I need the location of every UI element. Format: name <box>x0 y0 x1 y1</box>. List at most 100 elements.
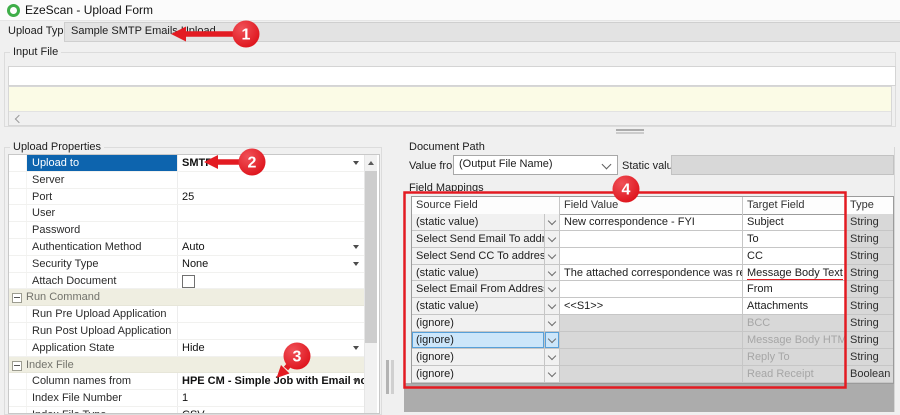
horizontal-scrollbar[interactable] <box>9 111 891 125</box>
property-value-run-post-upload-application[interactable] <box>178 323 364 339</box>
chevron-down-icon <box>602 160 612 170</box>
mapping-value-cell-row6[interactable]: <<S1>> <box>560 298 743 315</box>
column-header-field-value: Field Value <box>560 197 743 215</box>
property-value-attach-document[interactable] <box>178 273 364 289</box>
collapse-icon[interactable] <box>12 293 22 303</box>
mapping-value-cell-row5[interactable] <box>560 281 743 298</box>
property-name-port[interactable]: Port <box>27 189 178 205</box>
property-value-index-file-type[interactable]: CSV <box>178 407 364 413</box>
chevron-down-icon <box>548 318 556 326</box>
mapping-source-dropdown-row4[interactable] <box>545 265 560 282</box>
property-name-column-names-from[interactable]: Column names from <box>27 373 178 389</box>
mapping-value-cell-row9[interactable] <box>560 349 743 366</box>
mapping-source-dropdown-row6[interactable] <box>545 298 560 315</box>
property-value-port[interactable]: 25 <box>178 189 364 205</box>
mapping-target-cell-row5[interactable]: From <box>743 281 846 298</box>
scroll-up-icon[interactable] <box>368 161 374 165</box>
mapping-source-cell-row7[interactable]: (ignore) <box>412 315 545 332</box>
property-value-index-file-number[interactable]: 1 <box>178 390 364 406</box>
mapping-target-cell-row8[interactable]: Message Body HTML <box>743 332 846 349</box>
mapping-source-dropdown-row1[interactable] <box>545 214 560 231</box>
scrollbar-thumb[interactable] <box>365 171 377 343</box>
property-row-upload-to: Upload toSMTP <box>9 155 364 172</box>
dropdown-arrow-icon[interactable] <box>353 161 359 165</box>
mapping-type-cell-row3: String <box>846 248 893 265</box>
vertical-scrollbar[interactable] <box>364 155 377 413</box>
mapping-target-cell-row2[interactable]: To <box>743 231 846 248</box>
vertical-splitter-grip[interactable] <box>386 360 395 394</box>
property-name-index-file-number[interactable]: Index File Number <box>27 390 178 406</box>
mapping-source-dropdown-row3[interactable] <box>545 248 560 265</box>
property-name-run-post-upload-application[interactable]: Run Post Upload Application <box>27 323 178 339</box>
mapping-source-dropdown-row5[interactable] <box>545 281 560 298</box>
property-name-attach-document[interactable]: Attach Document <box>27 273 178 289</box>
mapping-type-cell-row9: String <box>846 349 893 366</box>
property-name-index-file-type[interactable]: Index File Type <box>27 407 178 413</box>
property-name-run-pre-upload-application[interactable]: Run Pre Upload Application <box>27 306 178 322</box>
mapping-source-dropdown-row2[interactable] <box>545 231 560 248</box>
value-from-combo[interactable]: (Output File Name) <box>453 155 618 175</box>
mapping-target-cell-row1[interactable]: Subject <box>743 214 846 231</box>
mapping-source-dropdown-row7[interactable] <box>545 315 560 332</box>
property-name-application-state[interactable]: Application State <box>27 340 178 356</box>
property-name-upload-to[interactable]: Upload to <box>27 155 178 171</box>
property-value-column-names-from[interactable]: HPE CM - Simple Job with Email notifi... <box>178 373 364 389</box>
input-file-path-input[interactable] <box>8 66 896 86</box>
mapping-target-cell-row6[interactable]: Attachments <box>743 298 846 315</box>
mapping-value-cell-row10[interactable] <box>560 366 743 383</box>
collapse-icon[interactable] <box>12 361 22 371</box>
upload-type-combo[interactable]: Sample SMTP Emails Upload <box>64 22 900 42</box>
input-file-list[interactable] <box>8 86 892 126</box>
mapping-source-cell-row4[interactable]: (static value) <box>412 265 545 282</box>
property-value-upload-to[interactable]: SMTP <box>178 155 364 171</box>
property-value-password[interactable] <box>178 222 364 238</box>
scroll-left-icon[interactable] <box>15 115 23 123</box>
mapping-value-cell-row4[interactable]: The attached correspondence was rec... <box>560 265 743 282</box>
property-value-user[interactable] <box>178 205 364 221</box>
mapping-source-cell-row2[interactable]: Select Send Email To address <box>412 231 545 248</box>
mapping-source-dropdown-row10[interactable] <box>545 366 560 383</box>
mapping-source-cell-row1[interactable]: (static value) <box>412 214 545 231</box>
dropdown-arrow-icon[interactable] <box>353 379 359 383</box>
mapping-target-cell-row10[interactable]: Read Receipt <box>743 366 846 383</box>
dropdown-arrow-icon[interactable] <box>353 262 359 266</box>
property-row-margin <box>9 205 27 221</box>
mapping-target-cell-row9[interactable]: Reply To <box>743 349 846 366</box>
property-value-run-pre-upload-application[interactable] <box>178 306 364 322</box>
mapping-source-cell-row8[interactable]: (ignore) <box>412 332 545 349</box>
mapping-source-dropdown-row8[interactable] <box>545 332 560 349</box>
property-value-text: Hide <box>182 342 205 354</box>
property-value-security-type[interactable]: None <box>178 256 364 272</box>
property-value-text: None <box>182 258 208 270</box>
mapping-source-cell-row3[interactable]: Select Send CC To address <box>412 248 545 265</box>
property-row-margin <box>9 340 27 356</box>
property-value-server[interactable] <box>178 172 364 188</box>
mapping-value-cell-row2[interactable] <box>560 231 743 248</box>
property-group-run-command[interactable]: Run Command <box>9 289 364 306</box>
mapping-target-cell-row7[interactable]: BCC <box>743 315 846 332</box>
mapping-value-cell-row7[interactable] <box>560 315 743 332</box>
property-value-application-state[interactable]: Hide <box>178 340 364 356</box>
mapping-value-cell-row1[interactable]: New correspondence - FYI <box>560 214 743 231</box>
mapping-source-cell-row5[interactable]: Select Email From Address <box>412 281 545 298</box>
dropdown-arrow-icon[interactable] <box>353 346 359 350</box>
mapping-source-cell-row9[interactable]: (ignore) <box>412 349 545 366</box>
property-name-user[interactable]: User <box>27 205 178 221</box>
mapping-value-cell-row3[interactable] <box>560 248 743 265</box>
property-name-authentication-method[interactable]: Authentication Method <box>27 239 178 255</box>
property-name-password[interactable]: Password <box>27 222 178 238</box>
mapping-target-cell-row3[interactable]: CC <box>743 248 846 265</box>
attach-document-checkbox[interactable] <box>182 275 195 288</box>
mapping-target-cell-row4[interactable]: Message Body Text <box>743 265 846 282</box>
property-name-security-type[interactable]: Security Type <box>27 256 178 272</box>
mapping-source-dropdown-row9[interactable] <box>545 349 560 366</box>
mapping-source-cell-row6[interactable]: (static value) <box>412 298 545 315</box>
chevron-down-icon <box>548 217 556 225</box>
property-group-index-file[interactable]: Index File <box>9 357 364 374</box>
horizontal-splitter-grip[interactable] <box>616 129 644 135</box>
mapping-source-cell-row10[interactable]: (ignore) <box>412 366 545 383</box>
property-name-server[interactable]: Server <box>27 172 178 188</box>
dropdown-arrow-icon[interactable] <box>353 245 359 249</box>
property-value-authentication-method[interactable]: Auto <box>178 239 364 255</box>
mapping-value-cell-row8[interactable] <box>560 332 743 349</box>
